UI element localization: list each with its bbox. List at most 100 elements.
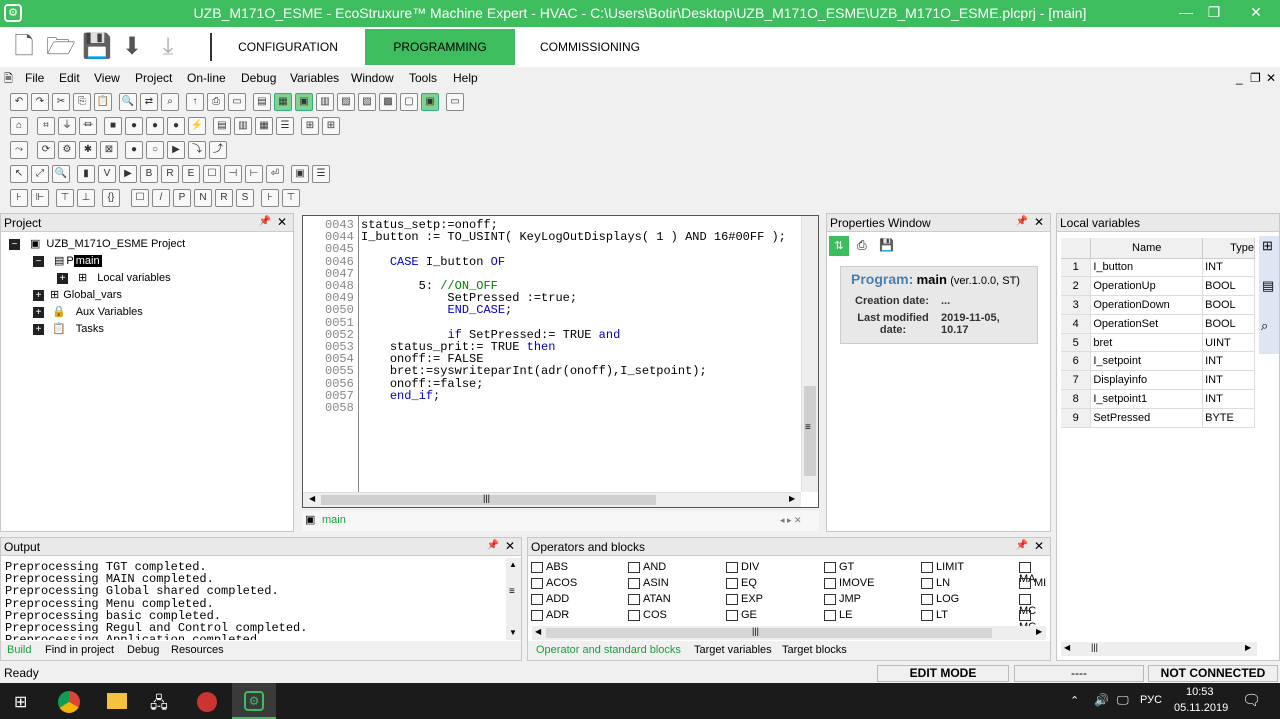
operator-item[interactable]: LN (921, 577, 950, 589)
refresh-icon[interactable]: ⟳ (37, 141, 55, 159)
operator-item[interactable]: GT (824, 561, 854, 573)
r2-icon[interactable]: R (215, 189, 233, 207)
undo-icon[interactable]: ↶ (10, 93, 28, 111)
close-panel-icon[interactable]: ✕ (1034, 215, 1044, 229)
volume-icon[interactable]: 🔊 (1094, 693, 1109, 707)
run-icon[interactable]: ● (125, 117, 143, 135)
find-files-icon[interactable]: ⌕ (161, 93, 179, 111)
variable-row[interactable]: 7 Displayinfo INT (1061, 370, 1255, 391)
tree-item-global[interactable]: + ⊞ Global_vars (33, 288, 122, 301)
variable-row[interactable]: 3 OperationDown BOOL (1061, 295, 1255, 315)
minimize-icon[interactable]: — (1176, 4, 1196, 20)
pin-icon[interactable]: 📌 (1016, 216, 1028, 227)
variable-row[interactable]: 4 OperationSet BOOL (1061, 314, 1255, 334)
tab-configuration[interactable]: CONFIGURATION (228, 29, 348, 65)
row-index[interactable]: 3 (1061, 295, 1092, 315)
close-panel-icon[interactable]: ✕ (277, 215, 287, 229)
redo-icon[interactable]: ↷ (31, 93, 49, 111)
operator-item[interactable]: ADD (531, 593, 569, 605)
code-line[interactable]: 0046 CASE I_button OF (325, 256, 786, 268)
operators-hscroll[interactable]: ◀ ||| ▶ (532, 626, 1046, 640)
paste-icon[interactable]: 📋 (94, 93, 112, 111)
ld-3-icon[interactable]: ⊤ (56, 189, 74, 207)
horizontal-scrollbar[interactable]: ◀ ||| ▶ (303, 492, 801, 507)
variable-name[interactable]: OperationDown (1090, 295, 1204, 315)
variable-name[interactable]: OperationUp (1090, 276, 1204, 297)
select-icon[interactable]: ↖ (10, 165, 28, 183)
comment-icon[interactable]: ☐ (203, 165, 221, 183)
variable-row[interactable]: 5 bret UINT (1061, 333, 1255, 353)
halt-icon[interactable]: ● (146, 117, 164, 135)
operator-item[interactable]: COS (628, 609, 667, 621)
print-preview-icon[interactable]: ▭ (228, 93, 246, 111)
tab-commissioning[interactable]: COMMISSIONING (530, 29, 650, 65)
lv-hscroll[interactable]: ◀ ||| ▶ (1061, 642, 1257, 656)
file-explorer-icon[interactable] (107, 693, 127, 709)
row-index[interactable]: 4 (1061, 314, 1092, 334)
b-icon[interactable]: B (140, 165, 158, 183)
view-5-icon[interactable]: ▨ (337, 93, 355, 111)
tree-item-local-vars[interactable]: + ⊞ Local variables (57, 271, 171, 284)
mdi-close-icon[interactable]: ✕ (1266, 71, 1276, 85)
tray-up-icon[interactable]: ⌃ (1070, 694, 1079, 707)
tree-item-aux[interactable]: + 🔒 Aux Variables (33, 305, 143, 318)
operator-item[interactable]: EXP (726, 593, 763, 605)
view-7-icon[interactable]: ▩ (379, 93, 397, 111)
step-icon[interactable]: ▶ (167, 141, 185, 159)
code-line[interactable]: 0057 end_if; (325, 390, 786, 402)
cut-icon[interactable]: ✂ (52, 93, 70, 111)
expand-icon[interactable]: + (33, 307, 44, 318)
p-icon[interactable]: P (173, 189, 191, 207)
block-icon[interactable]: ▮ (77, 165, 95, 183)
network-app-icon[interactable]: 🖧 (150, 692, 168, 719)
close-panel-icon[interactable]: ✕ (1034, 539, 1044, 553)
tab-find-in-project[interactable]: Find in project (45, 644, 114, 656)
view-8-icon[interactable]: ▢ (400, 93, 418, 111)
open-folder-icon[interactable]: 🗁 (46, 32, 76, 62)
graph-icon[interactable]: ▦ (255, 117, 273, 135)
variable-type[interactable]: BOOL (1202, 276, 1255, 297)
menu-edit[interactable]: Edit (59, 71, 80, 85)
list-2-icon[interactable]: ☰ (312, 165, 330, 183)
notes-icon[interactable]: ▤ (1262, 278, 1274, 294)
scroll-left-icon[interactable]: ◀ (535, 627, 541, 636)
view-6-icon[interactable]: ▧ (358, 93, 376, 111)
collapse-icon[interactable]: − (9, 239, 20, 250)
variable-row[interactable]: 8 I_setpoint1 INT (1061, 389, 1255, 409)
expand-icon[interactable]: + (57, 273, 68, 284)
branch-icon[interactable]: ⊦ (261, 189, 279, 207)
tool-2-icon[interactable]: ⚙ (58, 141, 76, 159)
operator-item[interactable]: AND (628, 561, 666, 573)
variable-type[interactable]: INT (1202, 351, 1255, 372)
flash-icon[interactable]: ⚡ (188, 117, 206, 135)
close-icon[interactable]: ✕ (1246, 4, 1266, 21)
variable-name[interactable]: bret (1090, 333, 1204, 353)
scroll-left-icon[interactable]: ◀ (309, 494, 315, 503)
print-icon[interactable]: ⎙ (207, 93, 225, 111)
menu-view[interactable]: View (94, 71, 120, 85)
window-icon[interactable]: ▭ (446, 93, 464, 111)
braces-icon[interactable]: {} (102, 189, 120, 207)
variable-type[interactable]: BOOL (1202, 314, 1255, 334)
row-index[interactable]: 1 (1061, 258, 1092, 278)
operator-item[interactable]: LOG (921, 593, 959, 605)
operator-item[interactable]: LIMIT (921, 561, 964, 573)
tree-item-tasks[interactable]: + 📋 Tasks (33, 322, 104, 335)
clock-time[interactable]: 10:53 (1186, 686, 1214, 698)
connect-icon[interactable]: ⏚ (58, 117, 76, 135)
tab-programming[interactable]: PROGRAMMING (365, 29, 515, 65)
tab-target-variables[interactable]: Target variables (694, 644, 772, 656)
machine-expert-taskbar-button[interactable]: ⚙ (232, 683, 276, 719)
network-icon[interactable]: 🖵 (1117, 693, 1129, 708)
disconnect-icon[interactable]: ⏛ (79, 117, 97, 135)
monitor-icon[interactable]: ▤ (213, 117, 231, 135)
variable-type[interactable]: BOOL (1202, 295, 1255, 315)
view-9-icon[interactable]: ▣ (421, 93, 439, 111)
variable-row[interactable]: 2 OperationUp BOOL (1061, 276, 1255, 297)
r-icon[interactable]: R (161, 165, 179, 183)
row-index[interactable]: 7 (1061, 370, 1092, 391)
menu-tools[interactable]: Tools (409, 71, 437, 85)
new-file-icon[interactable]: 🗋 (10, 32, 38, 62)
pin-icon[interactable]: 📌 (259, 216, 271, 227)
tab-resources[interactable]: Resources (171, 644, 224, 656)
